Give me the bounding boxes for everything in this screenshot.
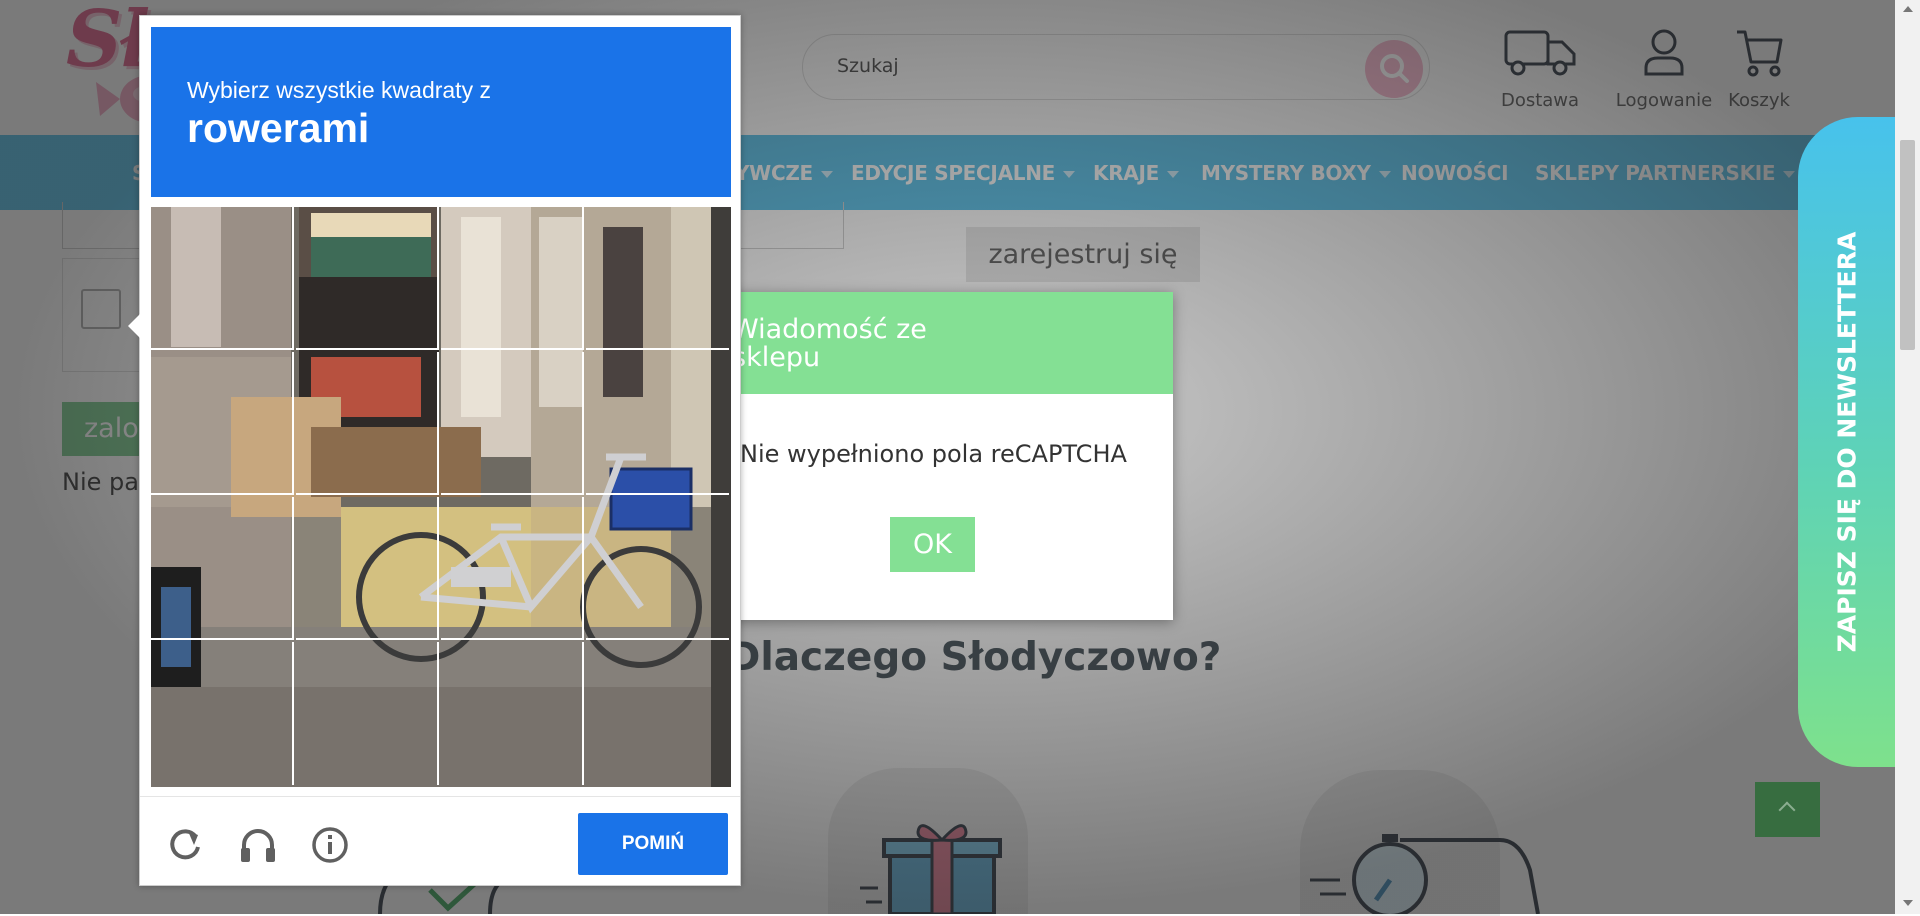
- grid-tile[interactable]: [296, 352, 439, 495]
- skip-button[interactable]: POMIŃ: [578, 813, 728, 875]
- grid-tile[interactable]: [441, 497, 584, 640]
- scroll-to-top-button[interactable]: [1755, 782, 1820, 837]
- challenge-image-grid: [151, 207, 731, 787]
- cart-link[interactable]: Koszyk: [1724, 26, 1794, 111]
- dialog-header: Wiadomość ze sklepu: [718, 292, 1173, 394]
- scrollbar-thumb[interactable]: [1900, 140, 1915, 350]
- nav-label: NOWOŚCI: [1401, 161, 1509, 185]
- chevron-up-icon: [1778, 801, 1796, 819]
- login-link[interactable]: Logowanie: [1614, 26, 1714, 111]
- fast-delivery-icon: [1310, 834, 1540, 914]
- reload-icon[interactable]: [166, 825, 204, 863]
- grid-tile[interactable]: [296, 497, 439, 640]
- caret-down-icon: [1378, 171, 1391, 178]
- dialog-title: Wiadomość ze sklepu: [732, 314, 927, 373]
- register-button[interactable]: zarejestruj się: [966, 227, 1200, 282]
- nav-label: SKLEPY PARTNERSKIE: [1535, 161, 1776, 185]
- grid-tile[interactable]: [586, 497, 729, 640]
- nav-label: YWCZE: [735, 161, 813, 185]
- grid-tile[interactable]: [441, 642, 584, 785]
- challenge-pointer: [128, 314, 140, 338]
- nav-item-nowosci[interactable]: NOWOŚCI: [1401, 161, 1509, 185]
- cart-label: Koszyk: [1728, 90, 1790, 111]
- challenge-footer: POMIŃ: [140, 796, 740, 887]
- user-icon: [1644, 29, 1684, 76]
- grid-tile[interactable]: [586, 642, 729, 785]
- delivery-label: Dostawa: [1500, 90, 1580, 111]
- nav-label: EDYCJE SPECJALNE: [851, 161, 1055, 185]
- grid-tile[interactable]: [151, 642, 294, 785]
- nav-label: KRAJE: [1093, 161, 1159, 185]
- scroll-up-arrow-icon[interactable]: [1903, 6, 1913, 12]
- delivery-link[interactable]: Dostawa: [1500, 26, 1580, 111]
- info-icon[interactable]: [310, 825, 348, 863]
- newsletter-tab[interactable]: ZAPISZ SIĘ DO NEWSLETTERA: [1798, 117, 1895, 767]
- grid-tile[interactable]: [586, 352, 729, 495]
- challenge-target: rowerami: [187, 105, 370, 151]
- dialog-message: Nie wypełniono pola reCAPTCHA: [740, 440, 1127, 468]
- grid-tile[interactable]: [586, 207, 729, 350]
- ok-button[interactable]: OK: [890, 517, 975, 572]
- challenge-banner: Wybierz wszystkie kwadraty z rowerami: [151, 27, 731, 197]
- caret-down-icon: [1063, 171, 1075, 178]
- headphones-icon[interactable]: [238, 825, 276, 863]
- cart-icon: [1737, 30, 1783, 77]
- grid-tile[interactable]: [151, 352, 294, 495]
- newsletter-label: ZAPISZ SIĘ DO NEWSLETTERA: [1832, 231, 1861, 653]
- gift-icon: [860, 824, 1002, 914]
- caret-down-icon: [1166, 171, 1179, 178]
- shop-message-dialog: Wiadomość ze sklepu Nie wypełniono pola …: [718, 292, 1173, 620]
- recaptcha-checkbox[interactable]: [81, 289, 121, 329]
- section-title: Dlaczego Słodyczowo?: [728, 635, 1222, 680]
- nav-label: MYSTERY BOXY: [1201, 161, 1371, 185]
- grid-tile[interactable]: [441, 352, 584, 495]
- caret-down-icon: [820, 171, 833, 178]
- grid-tile[interactable]: [151, 207, 294, 350]
- login-label: Logowanie: [1615, 90, 1713, 111]
- caret-down-icon: [1783, 171, 1796, 178]
- recaptcha-challenge: Wybierz wszystkie kwadraty z rowerami PO…: [128, 15, 741, 887]
- forgot-text-fragment: Nie pa: [62, 468, 139, 496]
- truck-icon: [1504, 30, 1576, 76]
- search-button[interactable]: [1365, 40, 1423, 98]
- search-icon: [1380, 54, 1409, 83]
- challenge-instruction: Wybierz wszystkie kwadraty z: [187, 77, 491, 103]
- nav-item-sklepy-partnerskie[interactable]: SKLEPY PARTNERSKIE: [1535, 161, 1796, 185]
- nav-item-edycje-specjalne[interactable]: EDYCJE SPECJALNE: [851, 161, 1075, 185]
- nav-item-ywcze[interactable]: YWCZE: [735, 161, 833, 185]
- nav-item-kraje[interactable]: KRAJE: [1093, 161, 1179, 185]
- search-input[interactable]: Szukaj: [837, 55, 899, 77]
- grid-tile[interactable]: [151, 497, 294, 640]
- page-scrollbar[interactable]: [1895, 0, 1920, 914]
- scroll-down-arrow-icon[interactable]: [1903, 900, 1913, 906]
- search-bar[interactable]: Szukaj: [802, 34, 1430, 100]
- nav-item-mystery-boxy[interactable]: MYSTERY BOXY: [1201, 161, 1391, 185]
- login-submit-label: zalo: [84, 413, 139, 444]
- grid-tile[interactable]: [441, 207, 584, 350]
- grid-tile[interactable]: [296, 207, 439, 350]
- grid-tile[interactable]: [296, 642, 439, 785]
